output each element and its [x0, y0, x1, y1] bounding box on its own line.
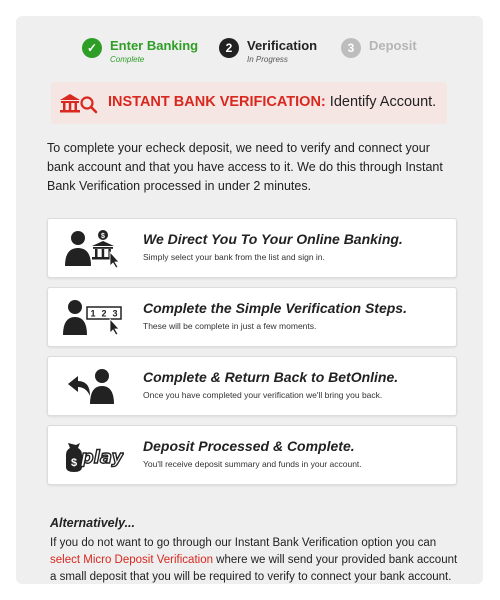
card-title: Complete the Simple Verification Steps. — [143, 300, 407, 316]
card-title: Complete & Return Back to BetOnline. — [143, 369, 399, 385]
svg-text:2: 2 — [101, 309, 106, 319]
card-title: We Direct You To Your Online Banking. — [143, 231, 403, 247]
verification-panel: ✓ Enter Banking Complete 2 Verification … — [16, 16, 483, 584]
card-description: Simply select your bank from the list an… — [143, 252, 325, 262]
progress-stepper: ✓ Enter Banking Complete 2 Verification … — [16, 38, 483, 88]
return-person-icon — [68, 369, 114, 404]
alternative-text: If you do not want to go through our Ins… — [50, 537, 458, 583]
person-bank-icon: $ — [65, 230, 120, 268]
info-card-verification-steps: 1 2 3 Complete the Simple Verification S… — [47, 287, 457, 347]
person-steps-icon: 1 2 3 — [63, 300, 122, 336]
bank-search-icon — [60, 94, 98, 114]
step-title: Verification — [247, 38, 318, 53]
step-title: Deposit — [369, 38, 417, 53]
banner-heading: INSTANT BANK VERIFICATION: Identify Acco… — [108, 94, 437, 110]
info-card-online-banking: $ We Direct You To Your Online Banking. … — [47, 218, 457, 278]
money-play-icon: $ play — [66, 443, 124, 472]
alternative-heading: Alternatively... — [50, 516, 135, 530]
info-card-return: Complete & Return Back to BetOnline. Onc… — [47, 356, 457, 416]
step-title: Enter Banking — [110, 38, 199, 53]
check-icon: ✓ — [82, 38, 102, 58]
intro-text: To complete your echeck deposit, we need… — [47, 141, 443, 193]
info-card-deposit-complete: $ play Deposit Processed & Complete. You… — [47, 425, 457, 485]
card-description: You'll receive deposit summary and funds… — [143, 459, 362, 469]
svg-text:play: play — [80, 447, 124, 468]
step-number-badge: 3 — [341, 38, 361, 58]
svg-text:3: 3 — [112, 309, 117, 319]
card-description: These will be complete in just a few mom… — [143, 321, 317, 331]
svg-text:$: $ — [101, 233, 105, 240]
svg-text:$: $ — [71, 457, 77, 469]
step-status: Complete — [110, 55, 145, 64]
svg-text:1: 1 — [90, 309, 95, 319]
micro-deposit-link[interactable]: select Micro Deposit Verification — [50, 554, 213, 566]
step-number-badge: 2 — [219, 38, 239, 58]
card-description: Once you have completed your verificatio… — [143, 390, 383, 400]
instant-verification-banner: INSTANT BANK VERIFICATION: Identify Acco… — [51, 82, 447, 124]
card-title: Deposit Processed & Complete. — [143, 438, 355, 454]
step-status: In Progress — [247, 55, 288, 64]
